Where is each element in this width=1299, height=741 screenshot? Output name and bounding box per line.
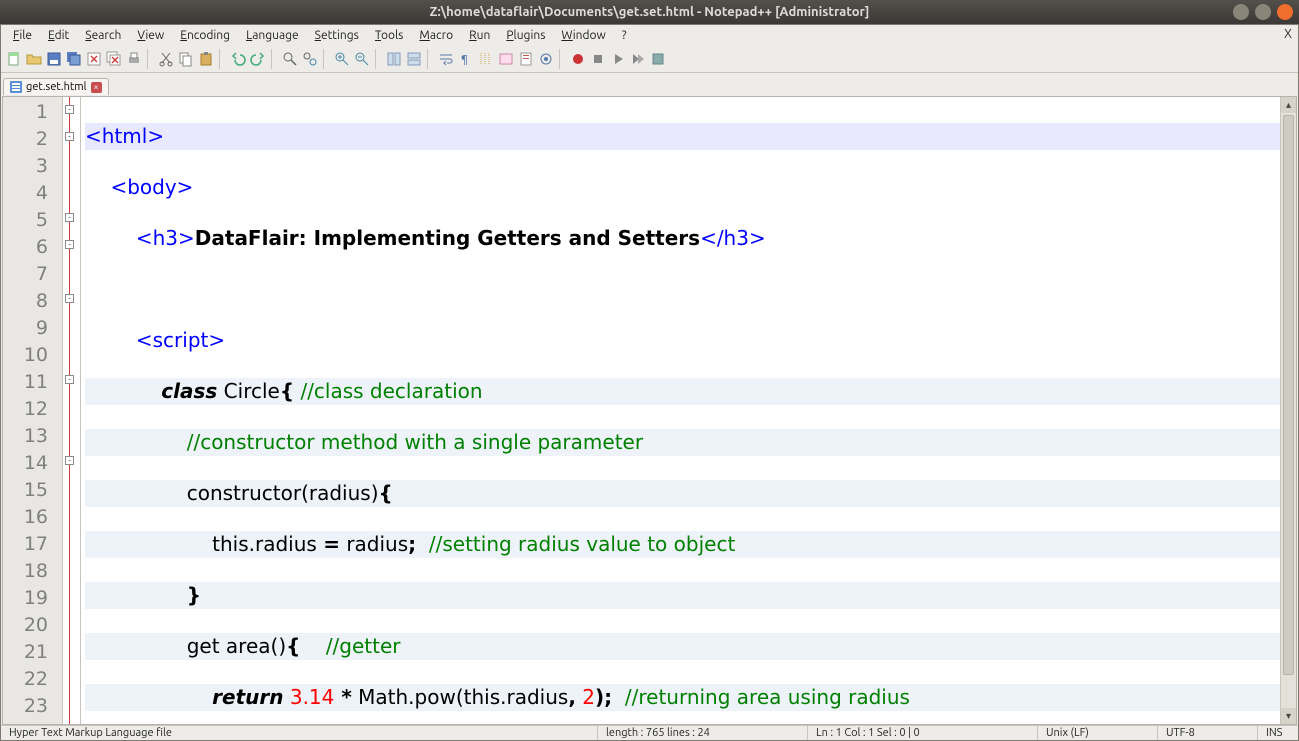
fold-box-icon[interactable]: - [65, 294, 74, 303]
menu-window[interactable]: Window [553, 27, 613, 44]
toolbar: ¶ [1, 45, 1298, 73]
scroll-up-icon[interactable]: ▴ [1281, 97, 1296, 113]
status-position: Ln : 1 Col : 1 Sel : 0 | 0 [808, 726, 1038, 740]
status-language: Hyper Text Markup Language file [1, 726, 598, 740]
open-file-icon[interactable] [25, 50, 43, 68]
tab-label: get.set.html [26, 81, 87, 93]
zoom-out-icon[interactable] [353, 50, 371, 68]
find-icon[interactable] [281, 50, 299, 68]
line-gutter: 1234567891011121314151617181920212223 [3, 97, 63, 724]
doc-map-icon[interactable] [517, 50, 535, 68]
save-all-icon[interactable] [65, 50, 83, 68]
vertical-scrollbar[interactable]: ▴ ▾ [1280, 97, 1296, 724]
zoom-in-icon[interactable] [333, 50, 351, 68]
save-icon[interactable] [45, 50, 63, 68]
svg-text:¶: ¶ [461, 54, 468, 66]
status-ins: INS [1258, 726, 1298, 740]
fold-box-icon[interactable]: - [65, 213, 74, 222]
menu-encoding[interactable]: Encoding [172, 27, 238, 44]
fold-column: - - - - - - - [63, 97, 81, 724]
menu-settings[interactable]: Settings [307, 27, 367, 44]
menu-macro[interactable]: Macro [411, 27, 461, 44]
menu-tools[interactable]: Tools [367, 27, 412, 44]
code-area[interactable]: <html> <body> <h3>DataFlair: Implementin… [81, 97, 1280, 724]
menubar: File Edit Search View Encoding Language … [1, 25, 1298, 45]
menu-language[interactable]: Language [238, 27, 307, 44]
maximize-button[interactable] [1255, 4, 1271, 20]
menu-run[interactable]: Run [461, 27, 498, 44]
monitor-icon[interactable] [537, 50, 555, 68]
menu-view[interactable]: View [129, 27, 172, 44]
sync-v-icon[interactable] [385, 50, 403, 68]
new-file-icon[interactable] [5, 50, 23, 68]
tab-get-set-html[interactable]: get.set.html × [3, 78, 109, 95]
replace-icon[interactable] [301, 50, 319, 68]
fold-box-icon[interactable]: - [65, 240, 74, 249]
panel-close-x[interactable]: X [1284, 27, 1292, 41]
window-controls [1233, 4, 1293, 20]
undo-icon[interactable] [229, 50, 247, 68]
stop-icon[interactable] [589, 50, 607, 68]
close-file-icon[interactable] [85, 50, 103, 68]
wrap-icon[interactable] [437, 50, 455, 68]
status-eol: Unix (LF) [1038, 726, 1158, 740]
scroll-thumb[interactable] [1283, 115, 1294, 675]
play-multi-icon[interactable] [629, 50, 647, 68]
invisible-chars-icon[interactable]: ¶ [457, 50, 475, 68]
save-macro-icon[interactable] [649, 50, 667, 68]
titlebar: Z:\home\dataflair\Documents\get.set.html… [0, 0, 1299, 24]
paste-icon[interactable] [197, 50, 215, 68]
redo-icon[interactable] [249, 50, 267, 68]
copy-icon[interactable] [177, 50, 195, 68]
menu-file[interactable]: File [5, 27, 40, 44]
play-icon[interactable] [609, 50, 627, 68]
fold-box-icon[interactable]: - [65, 456, 74, 465]
tabbar: get.set.html × [1, 73, 1298, 95]
editor: 1234567891011121314151617181920212223 - … [2, 96, 1297, 725]
app-frame: X File Edit Search View Encoding Languag… [0, 24, 1299, 741]
status-length: length : 765 lines : 24 [598, 726, 808, 740]
minimize-button[interactable] [1233, 4, 1249, 20]
close-all-icon[interactable] [105, 50, 123, 68]
status-encoding: UTF-8 [1158, 726, 1258, 740]
fold-box-icon[interactable]: - [65, 132, 74, 141]
tab-close-icon[interactable]: × [91, 82, 102, 93]
lang-icon[interactable] [497, 50, 515, 68]
close-button[interactable] [1277, 4, 1293, 20]
menu-search[interactable]: Search [77, 27, 129, 44]
menu-help[interactable]: ? [614, 27, 635, 44]
cut-icon[interactable] [157, 50, 175, 68]
record-icon[interactable] [569, 50, 587, 68]
menu-edit[interactable]: Edit [40, 27, 77, 44]
window-title: Z:\home\dataflair\Documents\get.set.html… [6, 5, 1293, 19]
print-icon[interactable] [125, 50, 143, 68]
indent-guide-icon[interactable] [477, 50, 495, 68]
sync-h-icon[interactable] [405, 50, 423, 68]
statusbar: Hyper Text Markup Language file length :… [1, 725, 1298, 740]
scroll-down-icon[interactable]: ▾ [1281, 708, 1296, 724]
fold-box-icon[interactable]: - [65, 105, 74, 114]
fold-box-icon[interactable]: - [65, 375, 74, 384]
file-icon [10, 81, 22, 93]
menu-plugins[interactable]: Plugins [498, 27, 553, 44]
